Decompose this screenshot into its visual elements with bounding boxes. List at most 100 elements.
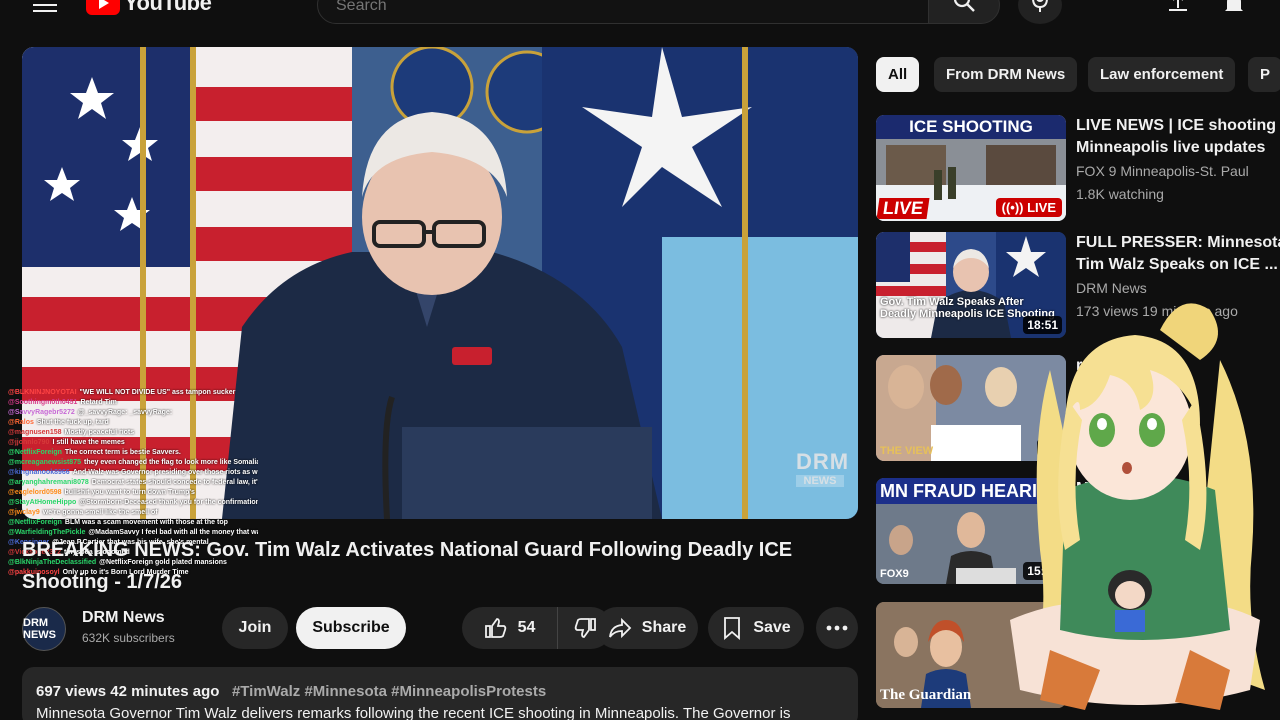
chat-username: @StayAtHomeHippo (8, 499, 77, 506)
chat-text: "WE WILL NOT DIVIDE US" ass tampon sucke… (79, 389, 236, 396)
video-thumbnail[interactable]: The Guardian (876, 602, 1066, 708)
video-thumbnail[interactable]: ICE SHOOTING LIVE ((•)) LIVE (876, 115, 1066, 221)
related-filter-chips: All From DRM News Law enforcement P (876, 57, 1280, 93)
chat-message: @Soothingm0th0451 Retard Tim (8, 398, 258, 408)
chat-username: @eaglelord0598 (8, 489, 62, 496)
youtube-logo[interactable]: YouTube (86, 0, 212, 16)
chat-text: @Stormborn-Deceased thank you for the co… (79, 499, 258, 506)
video-thumbnail[interactable]: Gov. Tim Walz Speaks After Deadly Minnea… (876, 232, 1066, 338)
video-title-line2: Shooting - 1/7/26 (22, 571, 183, 593)
chat-username: @NetflixForeign (8, 449, 62, 456)
chat-message: @jwclay9 we're gonna smell like the smell… (8, 508, 258, 518)
recommended-video[interactable]: THE VIEW 8:2 ress | (876, 355, 1280, 465)
hashtags[interactable]: #TimWalz #Minnesota #MinneapolisProtests (232, 683, 546, 700)
description-text: Minnesota Governor Tim Walz delivers rem… (36, 705, 791, 720)
save-label: Save (753, 619, 791, 636)
thumbs-down-icon (574, 618, 596, 638)
chat-text: Retard Tim (80, 399, 117, 406)
search-button[interactable] (928, 0, 1000, 24)
chip-law-enforcement[interactable]: Law enforcement (1088, 57, 1236, 92)
video-title-line1: BREAKING NEWS: Gov. Tim Walz Activates N… (22, 539, 793, 561)
chat-message: @NetflixForeign BLM was a scam movement w… (8, 518, 258, 528)
recommended-title[interactable]: FULL PRESSER: Minnesota Gov. Tim Walz Sp… (1076, 232, 1280, 276)
like-count: 54 (517, 619, 536, 636)
chat-message: @SavvyRagebr5272 @_savvyRage: _savvyRage: (8, 408, 258, 418)
chat-username: @jwclay9 (8, 509, 40, 516)
recommended-video[interactable]: MN FRAUD HEARI FOX9 15:35 M accuse inst … (876, 478, 1280, 588)
chat-username: @aryanghahremani8078 (8, 479, 89, 486)
chip-from-drm-news[interactable]: From DRM News (934, 57, 1078, 92)
share-button[interactable]: Share (596, 607, 698, 649)
thumbnail-logo: FOX9 (880, 568, 909, 580)
chat-message: @StayAtHomeHippo @Stormborn-Deceased than… (8, 498, 258, 508)
like-button[interactable]: 54 (462, 607, 558, 649)
chat-text: I still have the memes (52, 439, 125, 446)
recommended-title[interactable]: LIVE NEWS | ICE shooting in Minneapolis … (1076, 115, 1280, 159)
recommended-channel[interactable]: FOX 9 Minneapolis-St. Paul (1076, 163, 1249, 179)
recommended-video[interactable]: The Guardian ars ago (876, 602, 1280, 712)
video-actions-row: DRM NEWS DRM News 632K subscribers Join … (22, 607, 858, 651)
video-thumbnail[interactable]: MN FRAUD HEARI FOX9 15:35 (876, 478, 1066, 584)
channel-watermark: DRM NEWS (796, 449, 850, 487)
subscribe-button[interactable]: Subscribe (296, 607, 406, 649)
chat-text: bullshit you want to turn down Trump's (64, 489, 195, 496)
upload-icon[interactable] (1166, 0, 1190, 16)
play-logo-icon (86, 0, 120, 15)
thumbnail-logo: THE VIEW (880, 445, 934, 457)
chat-message: @jjohnlo790 I still have the memes (8, 438, 258, 448)
more-actions-button[interactable] (816, 607, 858, 649)
video-title: BREAKING NEWS: Gov. Tim Walz Activates N… (22, 534, 852, 598)
chat-message: @Ralos Shut the fuck up, tard (8, 418, 258, 428)
logo-text: YouTube (124, 0, 212, 15)
chat-text: they even changed the flag to look more … (83, 459, 258, 466)
more-horizontal-icon (826, 625, 848, 631)
chat-text: And Walz was Governor presiding over tho… (72, 469, 258, 476)
video-duration: 8:2 (1036, 439, 1062, 457)
recommended-title[interactable]: M accuse inst ... (1076, 478, 1280, 522)
chat-text: Mostly peaceful riots (64, 429, 135, 436)
chat-username: @Soothingm0th0451 (8, 399, 78, 406)
thumbnail-banner: ICE SHOOTING (876, 115, 1066, 139)
recommended-video[interactable]: Gov. Tim Walz Speaks After Deadly Minnea… (876, 232, 1280, 342)
views-and-date: 697 views 42 minutes ago (36, 683, 220, 700)
voice-search-button[interactable] (1018, 0, 1062, 24)
recommended-channel[interactable]: DRM News (1076, 280, 1147, 296)
masthead: YouTube (0, 0, 1280, 30)
search-input[interactable] (318, 0, 928, 25)
chat-text: @_savvyRage: _savvyRage: (77, 409, 173, 416)
recommended-title[interactable]: ress | (1076, 355, 1280, 377)
watermark-top: DRM (796, 449, 850, 474)
notifications-bell-icon[interactable] (1222, 0, 1246, 16)
video-duration: 15:35 (1023, 562, 1062, 580)
recommended-stats: ars ago (1076, 674, 1123, 690)
chip-more[interactable]: P (1248, 57, 1280, 92)
chip-all[interactable]: All (876, 57, 920, 92)
description-box[interactable]: 697 views 42 minutes ago #TimWalz #Minne… (22, 667, 858, 720)
recommended-video[interactable]: ICE SHOOTING LIVE ((•)) LIVE LIVE NEWS |… (876, 115, 1280, 225)
chat-username: @BLKNINJNOYOTAI (8, 389, 77, 396)
menu-icon[interactable] (33, 0, 57, 14)
share-arrow-icon (608, 617, 632, 639)
microphone-icon (1032, 0, 1048, 12)
search-box[interactable] (317, 0, 929, 25)
chat-message: @eaglelord0598 bullshit you want to turn … (8, 488, 258, 498)
chat-text: The correct term is bestie Savvers. (64, 449, 181, 456)
chat-message: @NetflixForeign The correct term is besti… (8, 448, 258, 458)
chat-message: @kingnanook8966 And Walz was Governor pre… (8, 468, 258, 478)
video-duration: 18:51 (1023, 316, 1062, 334)
chat-username: @magnusen158 (8, 429, 62, 436)
chat-text: we're gonna smell like the smell of (42, 509, 158, 516)
thumbnail-live-text: LIVE (876, 198, 930, 219)
join-button[interactable]: Join (222, 607, 288, 649)
channel-avatar[interactable]: DRM NEWS (22, 607, 66, 651)
video-thumbnail[interactable]: THE VIEW 8:2 (876, 355, 1066, 461)
chat-text: BLM was a scam movement with those at th… (64, 519, 228, 526)
recommended-stats: 1.8K watching (1076, 186, 1164, 202)
chat-username: @mcreaganewsist875 (8, 459, 81, 466)
channel-name[interactable]: DRM News (82, 609, 165, 627)
chat-username: @SavvyRagebr5272 (8, 409, 75, 416)
save-button[interactable]: Save (708, 607, 804, 649)
chat-text: Democrat states should concede to federa… (91, 479, 258, 486)
chat-message: @magnusen158 Mostly peaceful riots (8, 428, 258, 438)
chat-text: Shut the fuck up, tard (36, 419, 109, 426)
